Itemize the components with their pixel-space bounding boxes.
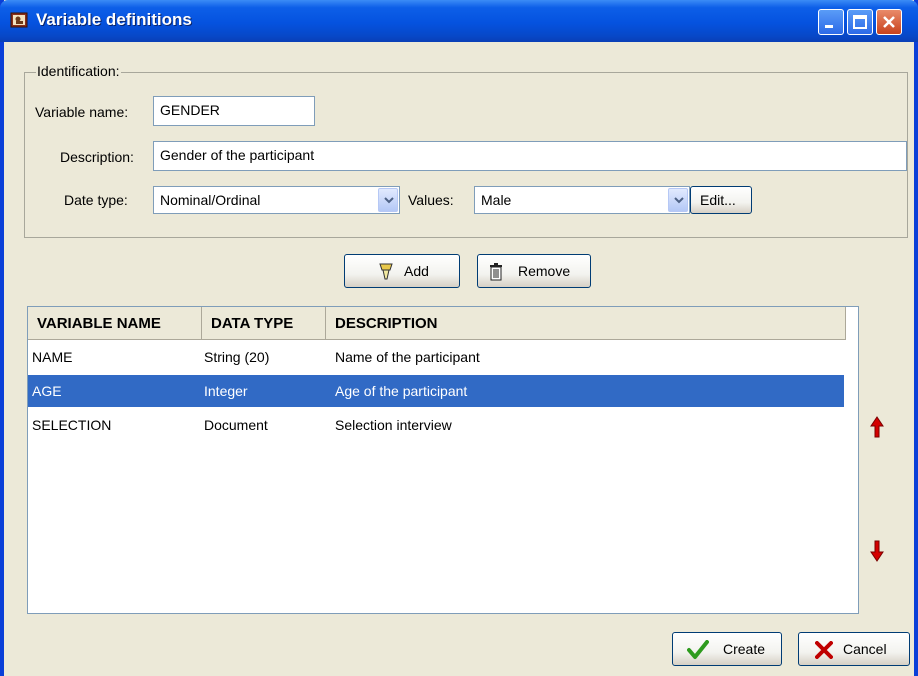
date-type-select[interactable]: Nominal/Ordinal <box>153 186 400 214</box>
cancel-button[interactable]: Cancel <box>798 632 910 666</box>
table-header: VARIABLE NAME DATA TYPE DESCRIPTION <box>28 307 846 340</box>
variable-definitions-window: Variable definitions Identification: Var… <box>0 0 918 676</box>
date-type-label: Date type: <box>64 192 128 208</box>
cell-variable-name: SELECTION <box>32 417 112 433</box>
table-row[interactable]: SELECTION Document Selection interview <box>28 409 844 441</box>
checkmark-icon <box>687 640 709 659</box>
table-row-selected[interactable]: AGE Integer Age of the participant <box>28 375 844 407</box>
description-label: Description: <box>60 149 134 165</box>
column-header-variable-name[interactable]: VARIABLE NAME <box>28 307 202 339</box>
values-label: Values: <box>408 192 454 208</box>
variable-name-label: Variable name: <box>35 104 129 120</box>
cell-variable-name: NAME <box>32 349 73 365</box>
maximize-button[interactable] <box>847 9 873 35</box>
cell-description: Selection interview <box>335 417 452 433</box>
cancel-button-label: Cancel <box>843 641 887 657</box>
add-button-label: Add <box>404 263 429 279</box>
cell-data-type: Document <box>204 417 268 433</box>
close-button[interactable] <box>876 9 902 35</box>
identification-legend: Identification: <box>36 63 121 79</box>
edit-values-button[interactable]: Edit... <box>690 186 752 214</box>
create-button[interactable]: Create <box>672 632 782 666</box>
app-icon <box>10 12 28 28</box>
create-button-label: Create <box>723 641 766 657</box>
cell-variable-name: AGE <box>32 383 62 399</box>
cell-description: Age of the participant <box>335 383 468 399</box>
window-title: Variable definitions <box>36 10 192 29</box>
variables-table[interactable]: VARIABLE NAME DATA TYPE DESCRIPTION NAME… <box>27 306 859 614</box>
arrow-up-icon[interactable] <box>870 416 884 438</box>
cell-data-type: Integer <box>204 383 248 399</box>
column-header-description[interactable]: DESCRIPTION <box>326 307 846 339</box>
cell-data-type: String (20) <box>204 349 270 365</box>
edit-button-label: Edit... <box>700 192 736 208</box>
close-icon <box>883 16 895 28</box>
remove-button[interactable]: Remove <box>477 254 591 288</box>
remove-button-label: Remove <box>518 263 571 279</box>
values-value: Male <box>481 192 512 208</box>
date-type-value: Nominal/Ordinal <box>160 192 261 208</box>
arrow-down-icon[interactable] <box>870 540 884 562</box>
minimize-icon <box>825 25 833 28</box>
pen-icon <box>379 263 393 280</box>
minimize-button[interactable] <box>818 9 844 35</box>
maximize-icon <box>853 15 867 29</box>
table-row[interactable]: NAME String (20) Name of the participant <box>28 341 844 373</box>
x-icon <box>815 641 833 659</box>
chevron-down-icon[interactable] <box>378 188 398 212</box>
column-header-data-type[interactable]: DATA TYPE <box>202 307 326 339</box>
cell-description: Name of the participant <box>335 349 480 365</box>
values-select[interactable]: Male <box>474 186 690 214</box>
description-input[interactable]: Gender of the participant <box>153 141 907 171</box>
add-button[interactable]: Add <box>344 254 460 288</box>
title-bar[interactable]: Variable definitions <box>0 0 918 42</box>
chevron-down-icon[interactable] <box>668 188 688 212</box>
trash-icon <box>490 263 502 281</box>
variable-name-input[interactable]: GENDER <box>153 96 315 126</box>
